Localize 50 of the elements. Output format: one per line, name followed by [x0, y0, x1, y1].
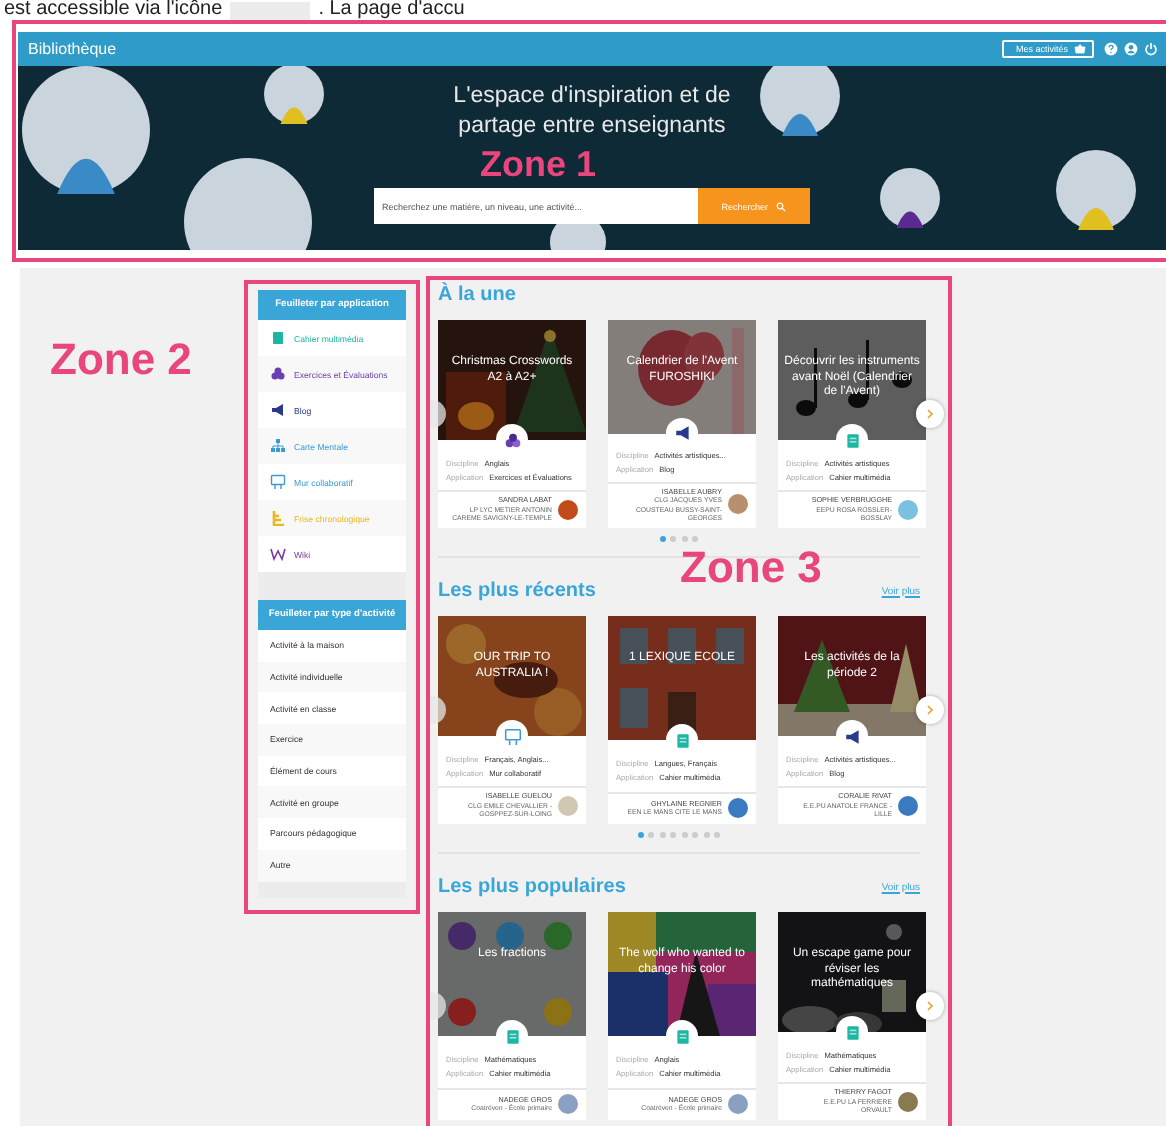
carousel-dot[interactable]	[659, 535, 666, 541]
board-icon	[503, 727, 521, 746]
notebook-icon	[673, 731, 691, 749]
carousel-dot[interactable]	[659, 831, 666, 837]
carousel-dot[interactable]	[681, 535, 688, 541]
carousel-dot[interactable]	[692, 535, 699, 541]
avatar	[728, 1094, 748, 1114]
circles-icon	[503, 431, 521, 450]
section-title: Les plus récents	[438, 580, 596, 602]
power-icon[interactable]	[1144, 42, 1158, 56]
avatar	[898, 499, 918, 519]
search-icon	[776, 201, 787, 211]
document-text: . La page d'accu	[318, 0, 465, 20]
chevron-right-icon	[926, 408, 934, 420]
carousel-dot[interactable]	[648, 831, 655, 837]
carousel-dot[interactable]	[714, 831, 721, 837]
avatar	[898, 1091, 918, 1111]
zone-label: Zone 3	[680, 544, 822, 592]
avatar	[728, 494, 748, 515]
user-icon[interactable]	[1124, 42, 1138, 56]
carousel-dot[interactable]	[670, 831, 677, 837]
next-button[interactable]	[916, 400, 944, 428]
avatar	[558, 795, 578, 815]
carousel-dot[interactable]	[692, 831, 699, 837]
avatar	[558, 1094, 578, 1114]
zone-label: Zone 1	[480, 146, 597, 184]
avatar	[558, 499, 578, 519]
carousel-dot[interactable]	[681, 831, 688, 837]
basket-icon	[1074, 44, 1086, 54]
next-button[interactable]	[916, 992, 944, 1020]
chevron-right-icon	[926, 704, 934, 716]
section-title: À la une	[438, 284, 516, 306]
megaphone-icon	[673, 423, 691, 442]
megaphone-icon	[843, 727, 861, 746]
hero-title: L'espace d'inspiration et de partage entre enseignants	[451, 82, 733, 142]
avatar	[728, 798, 748, 818]
chevron-right-icon	[926, 1000, 934, 1012]
notebook-icon	[843, 431, 861, 450]
avatar	[898, 795, 918, 815]
zone-label: Zone 2	[50, 336, 192, 384]
carousel-dot[interactable]	[637, 831, 644, 837]
help-icon[interactable]	[1104, 42, 1118, 56]
notebook-icon	[673, 1027, 691, 1045]
carousel-dot[interactable]	[703, 831, 710, 837]
notebook-icon	[503, 1027, 521, 1045]
image-placeholder	[230, 1, 311, 19]
notebook-icon	[843, 1023, 861, 1042]
section-title: Les plus populaires	[438, 876, 626, 898]
document-text: est accessible via l'icône	[4, 0, 223, 20]
carousel-dot[interactable]	[670, 535, 677, 541]
